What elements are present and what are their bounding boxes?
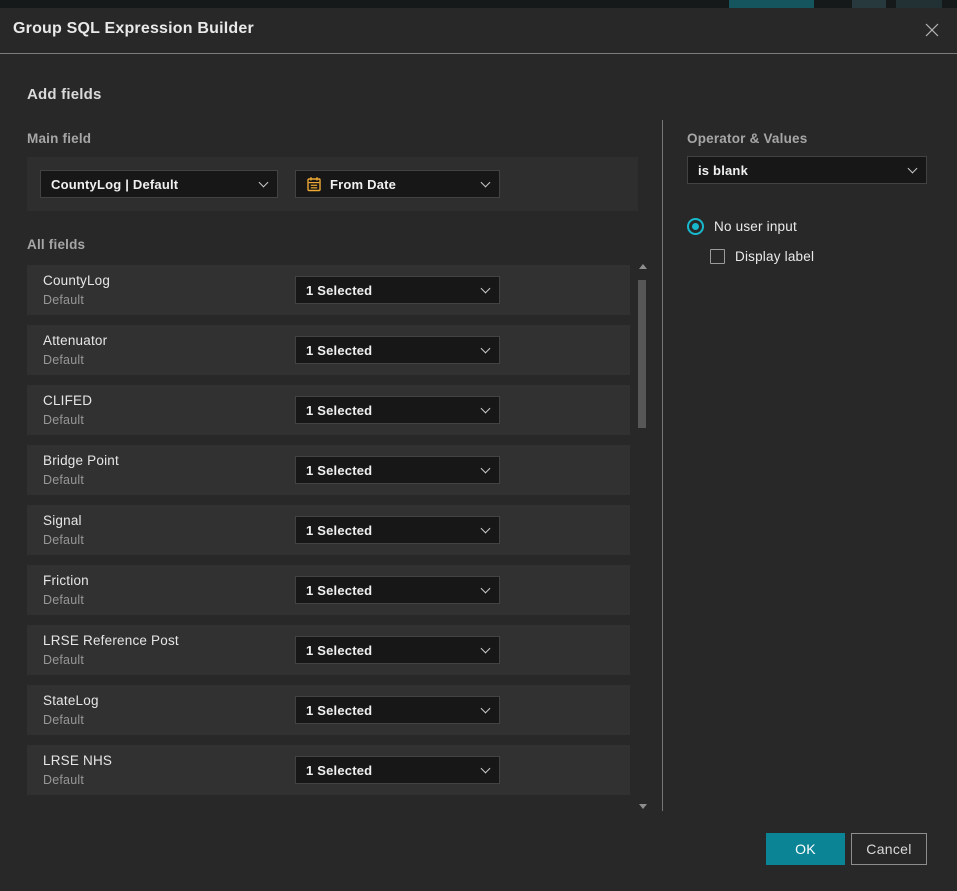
field-values-dropdown[interactable]: 1 Selected <box>295 696 500 724</box>
field-name: LRSE Reference Post <box>43 633 179 648</box>
radio-selected-icon <box>687 218 704 235</box>
dialog-titlebar: Group SQL Expression Builder <box>0 8 957 54</box>
field-name: StateLog <box>43 693 99 708</box>
field-name: Attenuator <box>43 333 107 348</box>
main-field-panel: CountyLog | Default From Date <box>27 157 638 211</box>
field-values-dropdown-value: 1 Selected <box>306 283 474 298</box>
field-name: Bridge Point <box>43 453 119 468</box>
field-row: StateLog Default 1 Selected <box>27 685 630 735</box>
chevron-down-icon <box>481 404 491 414</box>
chevron-down-icon <box>908 164 918 174</box>
field-values-dropdown[interactable]: 1 Selected <box>295 756 500 784</box>
cancel-button[interactable]: Cancel <box>851 833 927 865</box>
dialog-title: Group SQL Expression Builder <box>13 20 254 38</box>
background-fragment <box>852 0 886 8</box>
chevron-down-icon <box>481 178 491 188</box>
field-row: Friction Default 1 Selected <box>27 565 630 615</box>
chevron-down-icon <box>481 644 491 654</box>
ok-button[interactable]: OK <box>766 833 845 865</box>
main-field-dropdown-value: From Date <box>330 177 474 192</box>
all-fields-label: All fields <box>27 237 85 252</box>
field-name: Friction <box>43 573 89 588</box>
scroll-up-icon[interactable] <box>639 264 647 269</box>
group-sql-expression-builder-dialog: Group SQL Expression Builder Add fields … <box>0 8 957 891</box>
screen: Group SQL Expression Builder Add fields … <box>0 0 957 891</box>
chevron-down-icon <box>481 464 491 474</box>
add-fields-heading: Add fields <box>27 86 102 103</box>
field-alias: Default <box>43 653 84 667</box>
list-scrollbar[interactable] <box>637 258 649 811</box>
display-label-label: Display label <box>735 249 814 264</box>
chevron-down-icon <box>481 524 491 534</box>
display-label-checkbox[interactable]: Display label <box>710 249 814 264</box>
background-app-strip <box>0 0 957 8</box>
panel-divider <box>662 120 663 811</box>
field-row: Bridge Point Default 1 Selected <box>27 445 630 495</box>
field-row: Signal Default 1 Selected <box>27 505 630 555</box>
field-alias: Default <box>43 293 84 307</box>
field-values-dropdown[interactable]: 1 Selected <box>295 636 500 664</box>
field-row: Attenuator Default 1 Selected <box>27 325 630 375</box>
field-values-dropdown[interactable]: 1 Selected <box>295 276 500 304</box>
field-values-dropdown-value: 1 Selected <box>306 583 474 598</box>
operator-dropdown[interactable]: is blank <box>687 156 927 184</box>
field-alias: Default <box>43 533 84 547</box>
chevron-down-icon <box>481 344 491 354</box>
field-values-dropdown[interactable]: 1 Selected <box>295 456 500 484</box>
field-alias: Default <box>43 473 84 487</box>
chevron-down-icon <box>481 584 491 594</box>
field-values-dropdown-value: 1 Selected <box>306 463 474 478</box>
field-name: CLIFED <box>43 393 92 408</box>
field-row: CountyLog Default 1 Selected <box>27 265 630 315</box>
field-alias: Default <box>43 353 84 367</box>
checkbox-unchecked-icon <box>710 249 725 264</box>
layer-dropdown-value: CountyLog | Default <box>51 177 252 192</box>
field-values-dropdown[interactable]: 1 Selected <box>295 396 500 424</box>
field-values-dropdown[interactable]: 1 Selected <box>295 516 500 544</box>
field-name: CountyLog <box>43 273 110 288</box>
field-values-dropdown[interactable]: 1 Selected <box>295 576 500 604</box>
scrollbar-thumb[interactable] <box>638 280 646 428</box>
field-name: LRSE NHS <box>43 753 112 768</box>
field-values-dropdown-value: 1 Selected <box>306 403 474 418</box>
no-user-input-radio[interactable]: No user input <box>687 218 797 235</box>
field-alias: Default <box>43 773 84 787</box>
main-field-label: Main field <box>27 131 91 146</box>
chevron-down-icon <box>481 284 491 294</box>
field-alias: Default <box>43 593 84 607</box>
field-row: CLIFED Default 1 Selected <box>27 385 630 435</box>
field-values-dropdown-value: 1 Selected <box>306 523 474 538</box>
chevron-down-icon <box>259 178 269 188</box>
field-alias: Default <box>43 713 84 727</box>
field-alias: Default <box>43 413 84 427</box>
close-button[interactable] <box>921 19 943 41</box>
background-fragment <box>896 0 942 8</box>
chevron-down-icon <box>481 764 491 774</box>
no-user-input-label: No user input <box>714 219 797 234</box>
layer-dropdown[interactable]: CountyLog | Default <box>40 170 278 198</box>
operator-values-label: Operator & Values <box>687 131 807 146</box>
field-values-dropdown-value: 1 Selected <box>306 343 474 358</box>
field-values-dropdown-value: 1 Selected <box>306 763 474 778</box>
field-name: Signal <box>43 513 82 528</box>
operator-dropdown-value: is blank <box>698 163 901 178</box>
scroll-down-icon[interactable] <box>639 804 647 809</box>
main-field-dropdown[interactable]: From Date <box>295 170 500 198</box>
field-values-dropdown-value: 1 Selected <box>306 643 474 658</box>
all-fields-list: CountyLog Default 1 Selected Attenuator … <box>27 265 630 805</box>
field-values-dropdown-value: 1 Selected <box>306 703 474 718</box>
field-row: LRSE Reference Post Default 1 Selected <box>27 625 630 675</box>
chevron-down-icon <box>481 704 491 714</box>
titlebar-divider <box>0 53 957 54</box>
field-values-dropdown[interactable]: 1 Selected <box>295 336 500 364</box>
background-fragment <box>729 0 814 8</box>
close-icon <box>924 22 940 38</box>
calendar-icon <box>306 176 322 192</box>
field-row: LRSE NHS Default 1 Selected <box>27 745 630 795</box>
